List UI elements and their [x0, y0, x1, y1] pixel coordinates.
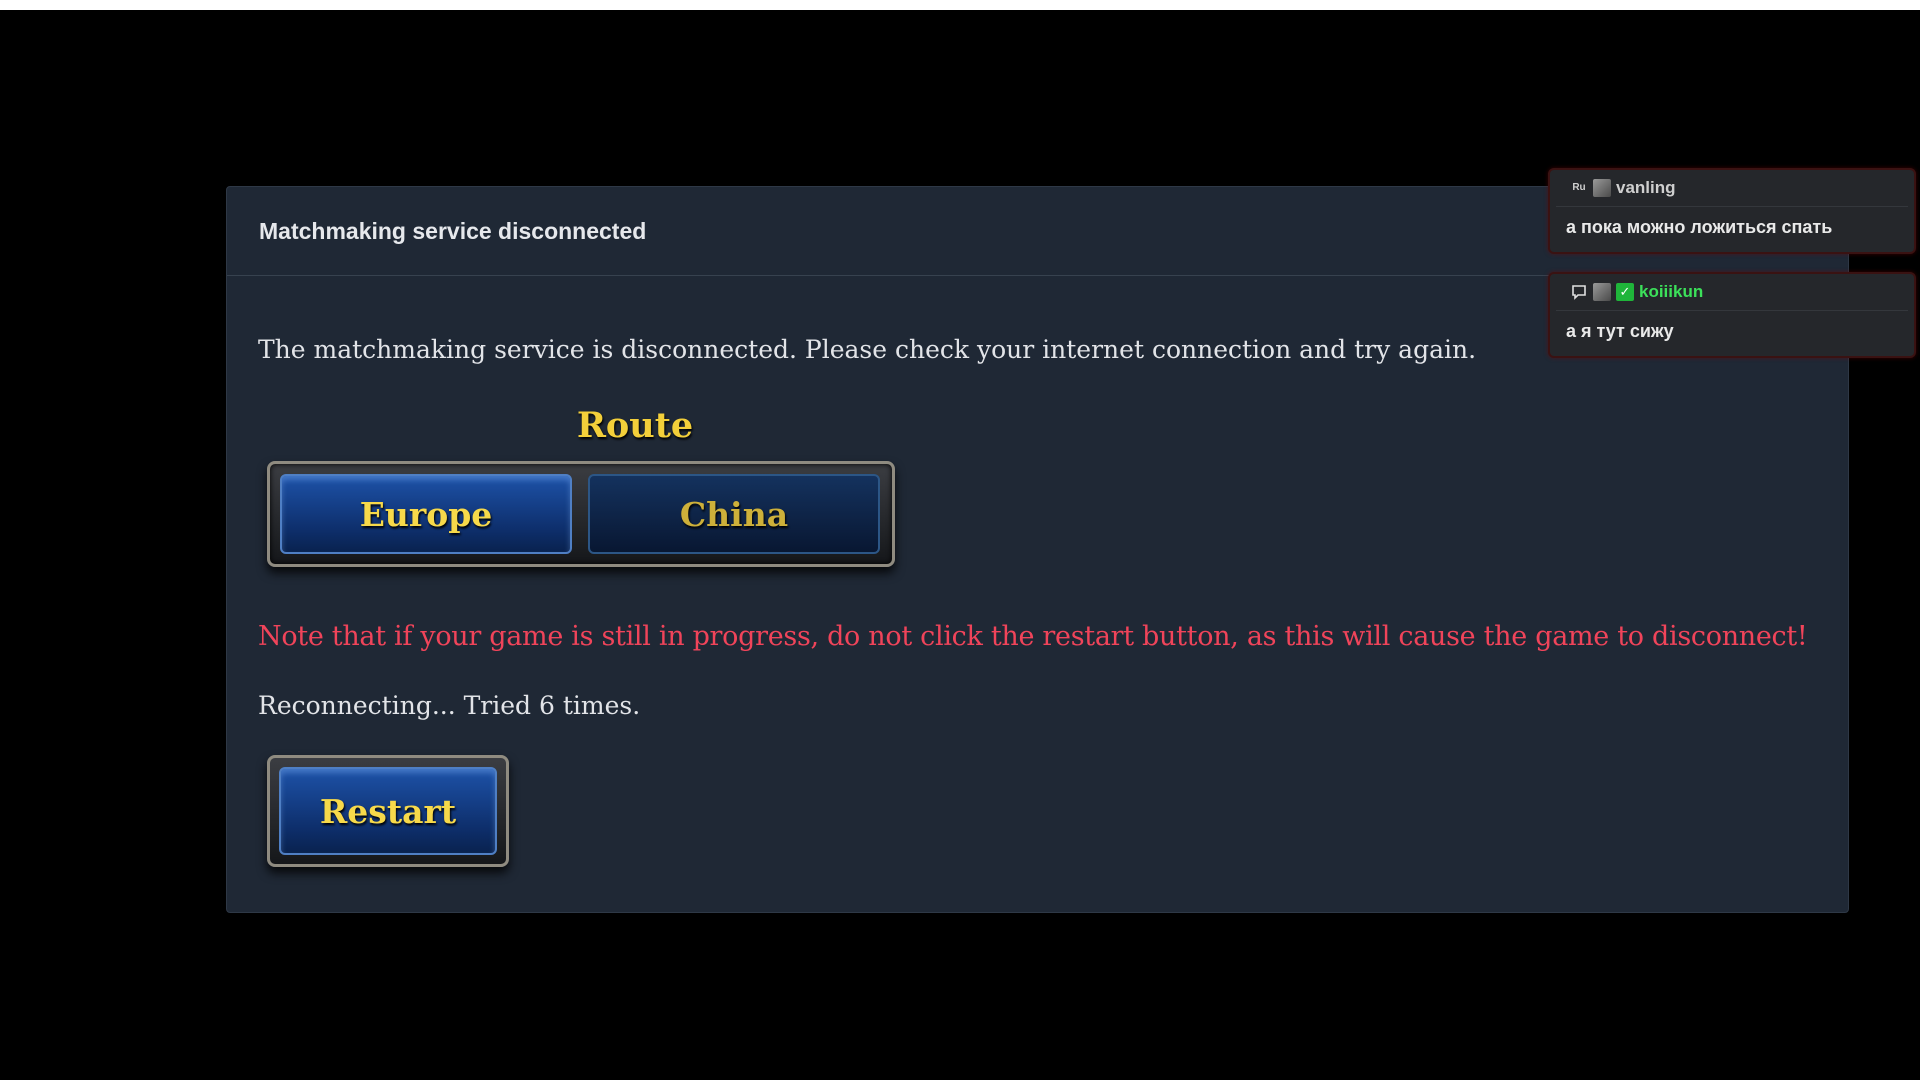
chat-text: а я тут сижу: [1566, 321, 1674, 341]
chat-message-header: ✓ koiiikun: [1556, 274, 1908, 311]
user-badge-icon: [1593, 179, 1611, 197]
route-europe-button[interactable]: Europe: [280, 474, 572, 554]
route-title: Route: [576, 405, 694, 446]
chat-message-header: Ru vanling: [1556, 170, 1908, 207]
chat-username: vanling: [1616, 178, 1676, 197]
language-badge: Ru: [1572, 182, 1586, 193]
restart-button[interactable]: Restart: [279, 767, 497, 855]
chat-text: а пока можно ложиться спать: [1566, 217, 1833, 237]
route-china-button[interactable]: China: [588, 474, 880, 554]
route-selector: Europe China: [267, 461, 895, 567]
chat-message: ✓ koiiikun а я тут сижу: [1548, 272, 1916, 358]
reconnect-status: Reconnecting... Tried 6 times.: [258, 691, 641, 720]
disconnect-message: The matchmaking service is disconnected.…: [258, 335, 1477, 364]
chat-username: koiiikun: [1639, 282, 1704, 301]
restart-button-frame: Restart: [267, 755, 509, 867]
moderator-sword-icon: ✓: [1616, 283, 1634, 301]
chat-message: Ru vanling а пока можно ложиться спать: [1548, 168, 1916, 254]
chat-bubble-icon: [1570, 284, 1588, 300]
dialog-title: Matchmaking service disconnected: [259, 217, 647, 244]
warning-text: Note that if your game is still in progr…: [258, 621, 1808, 652]
top-strip: [0, 0, 1920, 10]
user-badge-icon: [1593, 283, 1611, 301]
